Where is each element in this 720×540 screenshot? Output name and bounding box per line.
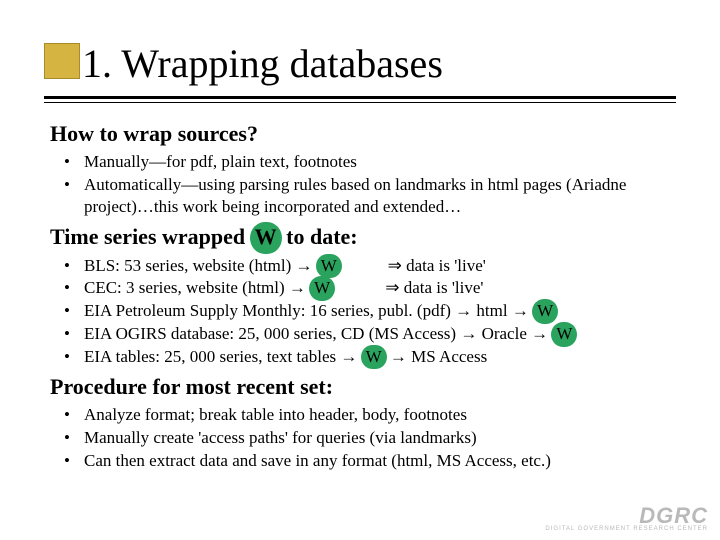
text: html (472, 301, 512, 320)
wrapper-badge: W (252, 223, 280, 251)
list-item: Manually create 'access paths' for queri… (84, 427, 682, 449)
list-item: EIA tables: 25, 000 series, text tables … (84, 346, 682, 368)
spacer (341, 256, 388, 275)
text: EIA OGIRS database: 25, 000 series, CD (… (84, 324, 460, 343)
text: Oracle (477, 324, 531, 343)
wrapper-badge: W (318, 255, 340, 277)
text: MS Access (407, 347, 487, 366)
arrow-icon: → (531, 324, 548, 343)
text: data is 'live' (402, 256, 486, 275)
section-heading-wrapped: Time series wrapped W to date: (50, 223, 682, 251)
heading-text: Time series wrapped (50, 224, 245, 249)
list-item: Manually—for pdf, plain text, footnotes (84, 151, 682, 173)
howto-list: Manually—for pdf, plain text, footnotes … (50, 151, 682, 217)
arrow-icon: → (460, 324, 477, 343)
arrow-icon: → (340, 347, 357, 366)
list-item: EIA Petroleum Supply Monthly: 16 series,… (84, 300, 682, 322)
double-arrow-icon: ⇒ (385, 278, 399, 297)
heading-text: Procedure for most recent set: (50, 374, 333, 399)
arrow-icon: → (455, 301, 472, 320)
footer-logo: DGRC DIGITAL GOVERNMENT RESEARCH CENTER (545, 503, 708, 532)
text: EIA Petroleum Supply Monthly: 16 series,… (84, 301, 455, 320)
title-rule (44, 96, 676, 103)
double-arrow-icon: ⇒ (388, 256, 402, 275)
wrapper-badge: W (363, 346, 385, 368)
arrow-icon: → (390, 347, 407, 366)
arrow-icon: → (512, 301, 529, 320)
list-item: EIA OGIRS database: 25, 000 series, CD (… (84, 323, 682, 345)
text: CEC: 3 series, website (html) (84, 278, 289, 297)
slide-title: 1. Wrapping databases (82, 40, 443, 87)
heading-text: to date: (281, 224, 358, 249)
list-item: CEC: 3 series, website (html) → W ⇒ data… (84, 277, 682, 299)
list-item: Can then extract data and save in any fo… (84, 450, 682, 472)
list-item: Automatically—using parsing rules based … (84, 174, 682, 218)
arrow-icon: → (296, 256, 313, 275)
logo-sub: DIGITAL GOVERNMENT RESEARCH CENTER (545, 526, 708, 532)
accent-square (44, 43, 80, 79)
wrapper-badge: W (553, 323, 575, 345)
wrapper-badge: W (311, 277, 333, 299)
procedure-list: Analyze format; break table into header,… (50, 404, 682, 471)
text: BLS: 53 series, website (html) (84, 256, 296, 275)
list-item: BLS: 53 series, website (html) → W ⇒ dat… (84, 255, 682, 277)
text: EIA tables: 25, 000 series, text tables (84, 347, 340, 366)
wrapped-list: BLS: 53 series, website (html) → W ⇒ dat… (50, 255, 682, 368)
section-heading-procedure: Procedure for most recent set: (50, 373, 682, 401)
wrapper-badge: W (534, 300, 556, 322)
arrow-icon: → (289, 278, 306, 297)
slide-body: How to wrap sources? Manually—for pdf, p… (50, 116, 682, 478)
section-heading-howto: How to wrap sources? (50, 120, 682, 148)
text: data is 'live' (399, 278, 483, 297)
spacer (334, 278, 385, 297)
list-item: Analyze format; break table into header,… (84, 404, 682, 426)
